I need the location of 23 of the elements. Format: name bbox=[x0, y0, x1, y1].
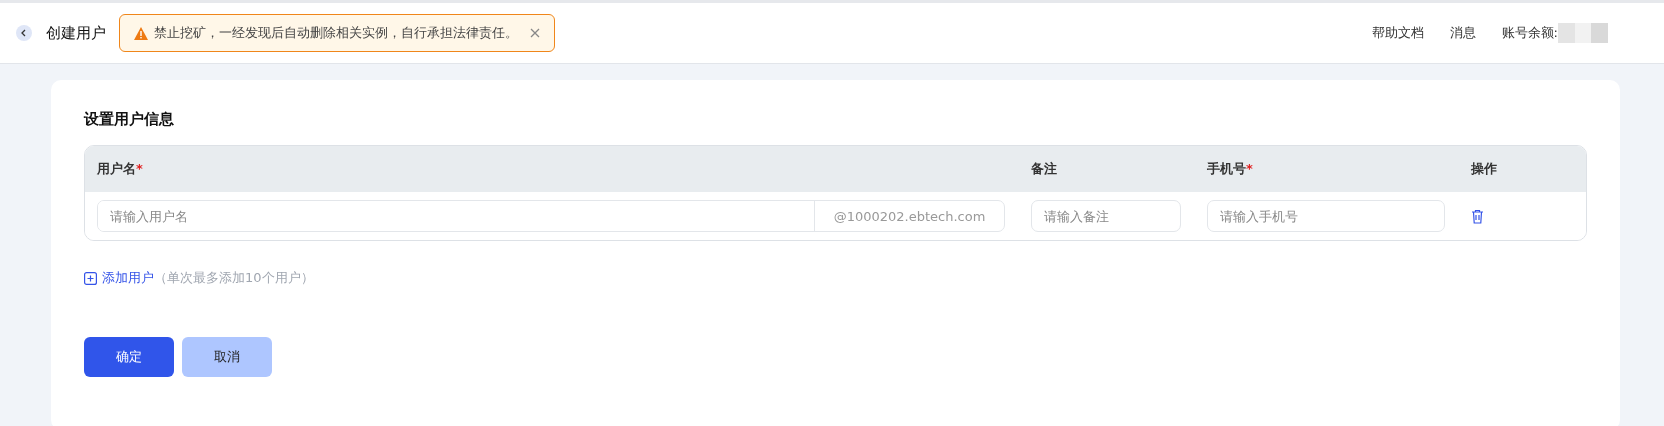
page-title: 创建用户 bbox=[46, 23, 106, 43]
column-header: 手机号* bbox=[1207, 160, 1254, 178]
header-link[interactable]: 消息 bbox=[1449, 24, 1476, 42]
close-button[interactable] bbox=[530, 28, 540, 38]
plus-square-icon bbox=[84, 271, 97, 285]
phone-field[interactable]: 请输入手机号 bbox=[1207, 200, 1445, 232]
column-header: 操作 bbox=[1471, 160, 1498, 178]
section-title: 设置用户信息 bbox=[84, 110, 175, 129]
back-button[interactable] bbox=[16, 25, 32, 41]
alert-text: 禁止挖矿，一经发现后自动删除相关实例，自行承担法律责任。 bbox=[154, 24, 518, 42]
column-header: 用户名* bbox=[97, 160, 144, 178]
chevron-left-icon bbox=[20, 29, 28, 37]
remark-field[interactable]: 请输入备注 bbox=[1031, 200, 1181, 232]
warning-icon bbox=[134, 26, 148, 40]
header-link[interactable]: 帮助文档 bbox=[1371, 24, 1424, 42]
email-suffix: @1000202.ebtech.com bbox=[814, 201, 1004, 231]
add-limit-hint: （单次最多添加10个用户） bbox=[154, 269, 314, 287]
add-user-link[interactable]: 添加用户 bbox=[84, 269, 154, 287]
column-header: 备注 bbox=[1031, 160, 1058, 178]
cancel-button[interactable]: 取消 bbox=[182, 337, 272, 377]
balance-label: 账号余额: bbox=[1501, 24, 1558, 42]
confirm-button[interactable]: 确定 bbox=[84, 337, 174, 377]
redacted-value bbox=[1558, 23, 1608, 43]
